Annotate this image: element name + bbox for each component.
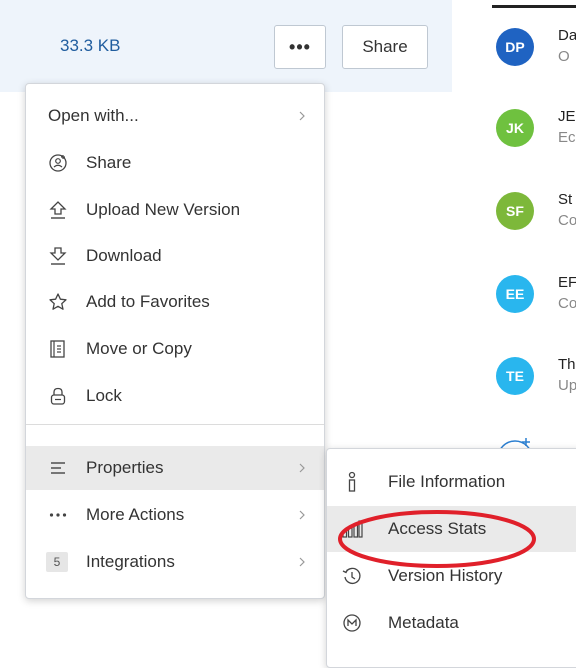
activity-user: Da [558, 28, 576, 44]
activity-user: St [558, 192, 573, 208]
menu-item-label: Upload New Version [86, 200, 241, 219]
metadata-icon [341, 612, 363, 634]
integrations-count-badge: 5 [46, 552, 68, 572]
submenu-item-label: Metadata [388, 613, 459, 632]
menu-item-more-actions[interactable]: More Actions [26, 493, 324, 537]
share-user-icon [48, 153, 68, 173]
menu-divider [26, 424, 324, 425]
avatar: TE [496, 357, 534, 395]
menu-item-label: Download [86, 246, 162, 265]
menu-item-label: Add to Favorites [86, 292, 210, 311]
activity-item[interactable]: DP Da O [496, 28, 576, 74]
lock-icon [48, 386, 68, 406]
submenu-item-label: File Information [388, 472, 506, 491]
download-icon [48, 246, 68, 266]
upload-icon [48, 200, 68, 220]
menu-item-open-with[interactable]: Open with... [26, 94, 324, 138]
properties-submenu: File Information Access Stats Version Hi… [326, 448, 576, 668]
active-tab-indicator [492, 5, 576, 8]
activity-action: Up [558, 377, 576, 394]
menu-item-lock[interactable]: Lock [26, 374, 324, 418]
avatar: SF [496, 192, 534, 230]
file-options-menu: Open with... Share Upload New Version Do… [25, 83, 325, 599]
menu-item-upload-new-version[interactable]: Upload New Version [26, 188, 324, 232]
menu-item-label: Properties [86, 458, 164, 477]
submenu-item-label: Version History [388, 566, 503, 585]
move-copy-icon [48, 339, 68, 359]
activity-action: Ec [558, 129, 576, 146]
activity-action: Co [558, 212, 576, 229]
more-options-label: ••• [289, 36, 311, 57]
activity-user: EF [558, 275, 576, 291]
submenu-item-access-stats[interactable]: Access Stats [327, 506, 576, 552]
avatar: EE [496, 275, 534, 313]
submenu-item-label: Access Stats [388, 519, 487, 538]
share-button[interactable]: Share [342, 25, 428, 69]
submenu-item-metadata[interactable]: Metadata [327, 600, 576, 646]
activity-user: JE [558, 109, 576, 125]
file-row: 33.3 KB ••• Share [0, 0, 452, 92]
submenu-item-version-history[interactable]: Version History [327, 553, 576, 599]
menu-item-label: Lock [86, 386, 122, 405]
menu-item-label: Move or Copy [86, 339, 192, 358]
menu-item-label: Share [86, 153, 132, 172]
activity-action: O [558, 48, 570, 65]
submenu-item-file-information[interactable]: File Information [327, 459, 576, 505]
share-button-label: Share [362, 37, 408, 56]
menu-item-properties[interactable]: Properties [26, 446, 324, 490]
menu-item-integrations[interactable]: 5 Integrations [26, 540, 324, 584]
activity-action: Co [558, 295, 576, 312]
star-icon [48, 292, 68, 312]
chevron-right-icon [298, 111, 306, 121]
info-icon [341, 471, 363, 493]
menu-item-label: More Actions [86, 505, 185, 524]
chevron-right-icon [298, 510, 306, 520]
menu-item-add-to-favorites[interactable]: Add to Favorites [26, 280, 324, 324]
bar-chart-icon [341, 518, 363, 540]
history-clock-icon [341, 565, 363, 587]
activity-item[interactable]: SF St Co [496, 192, 576, 238]
avatar: JK [496, 109, 534, 147]
chevron-right-icon [298, 463, 306, 473]
more-options-button[interactable]: ••• [274, 25, 326, 69]
activity-item[interactable]: JK JE Ec [496, 109, 576, 155]
menu-item-label: Integrations [86, 552, 175, 571]
menu-item-download[interactable]: Download [26, 234, 324, 278]
menu-item-share[interactable]: Share [26, 141, 324, 185]
menu-item-move-or-copy[interactable]: Move or Copy [26, 327, 324, 371]
activity-user: Th [558, 357, 576, 373]
activity-item[interactable]: TE Th Up [496, 357, 576, 403]
ellipsis-icon [48, 505, 68, 525]
file-size: 33.3 KB [60, 36, 121, 55]
avatar: DP [496, 28, 534, 66]
chevron-right-icon [298, 557, 306, 567]
properties-lines-icon [48, 458, 68, 478]
menu-item-label: Open with... [48, 106, 139, 125]
activity-item[interactable]: EE EF Co [496, 275, 576, 321]
